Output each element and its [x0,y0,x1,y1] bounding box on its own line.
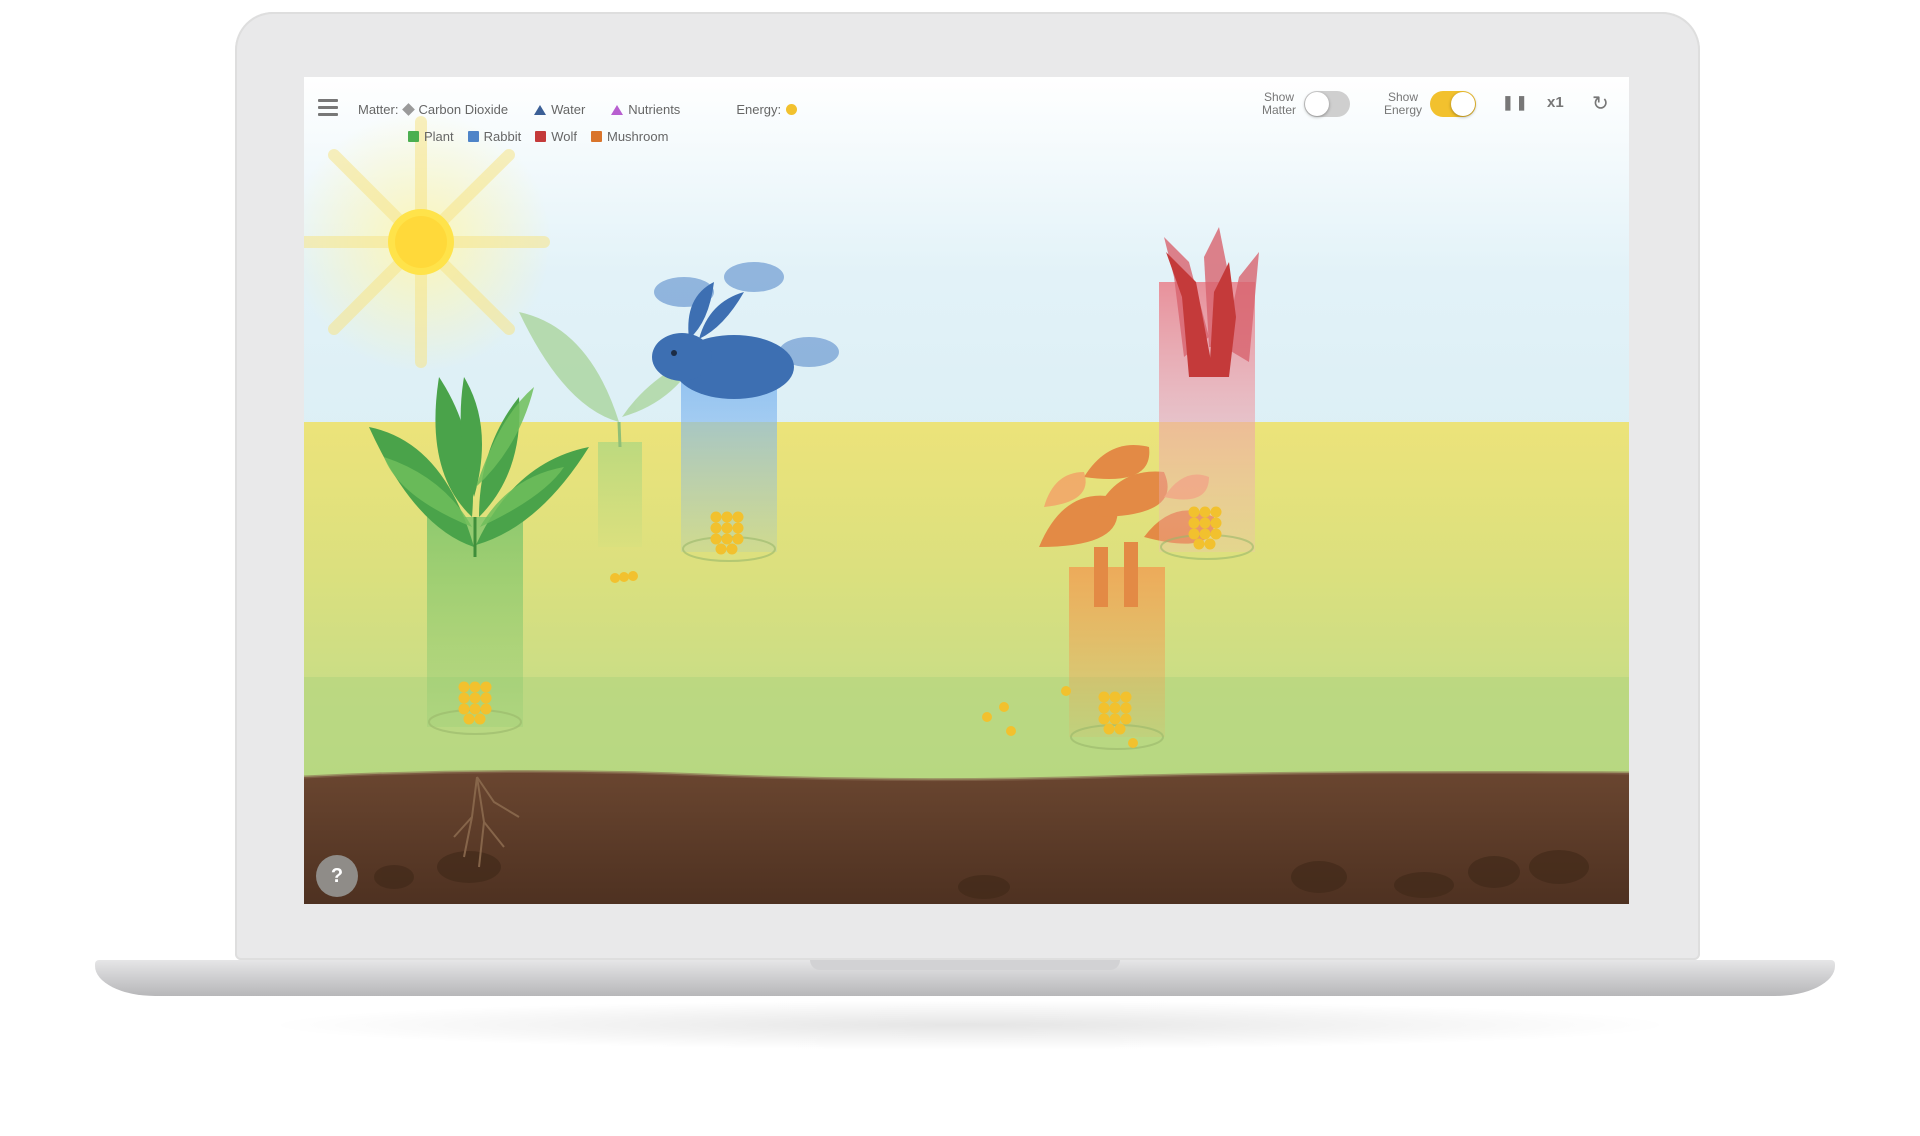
show-matter-label: Show Matter [1262,90,1297,117]
energy-label: Energy: [736,102,782,117]
pause-icon[interactable]: ❚❚ [1502,94,1529,111]
reset-icon[interactable]: ↻ [1592,91,1609,116]
show-energy-toggle[interactable] [1430,91,1477,117]
show-matter-control: Show Matter [1262,90,1351,117]
legend-rabbit: Rabbit [467,129,521,144]
matter-legend: Matter: Carbon Dioxide Water Nutrients E… [358,102,817,117]
toggle-knob [1305,92,1330,116]
toggle-knob [1451,92,1476,116]
triangle-icon [534,104,547,115]
matter-label: Matter: [358,102,399,117]
help-button[interactable]: ? [316,855,358,897]
cube-icon [408,131,419,142]
menu-icon[interactable] [318,99,338,116]
legend-water: Water [534,102,585,117]
cube-icon [467,131,479,142]
legend-plant: Plant [408,129,454,144]
show-energy-label: Show Energy [1384,90,1423,117]
cube-icon [590,131,602,142]
show-energy-control: Show Energy [1384,90,1477,117]
legend-wolf: Wolf [535,129,577,144]
legend-mushroom: Mushroom [590,129,668,144]
simulation-screen: Matter: Carbon Dioxide Water Nutrients E… [304,77,1629,904]
speed-button[interactable]: x1 [1547,94,1564,111]
legend-energy: Energy: [736,102,798,117]
triangle-icon [611,104,624,115]
laptop-shadow [260,1000,1680,1050]
laptop-notch [810,960,1120,970]
ecosystem-scene [304,77,1629,904]
diamond-icon [402,103,416,116]
cube-icon [535,131,547,142]
legend-nutrients: Nutrients [611,102,680,117]
legend-carbon-dioxide: Carbon Dioxide [402,102,508,117]
energy-dot-icon [786,104,798,115]
show-matter-toggle[interactable] [1304,91,1351,117]
organism-legend: Plant Rabbit Wolf Mushroom [408,129,676,144]
